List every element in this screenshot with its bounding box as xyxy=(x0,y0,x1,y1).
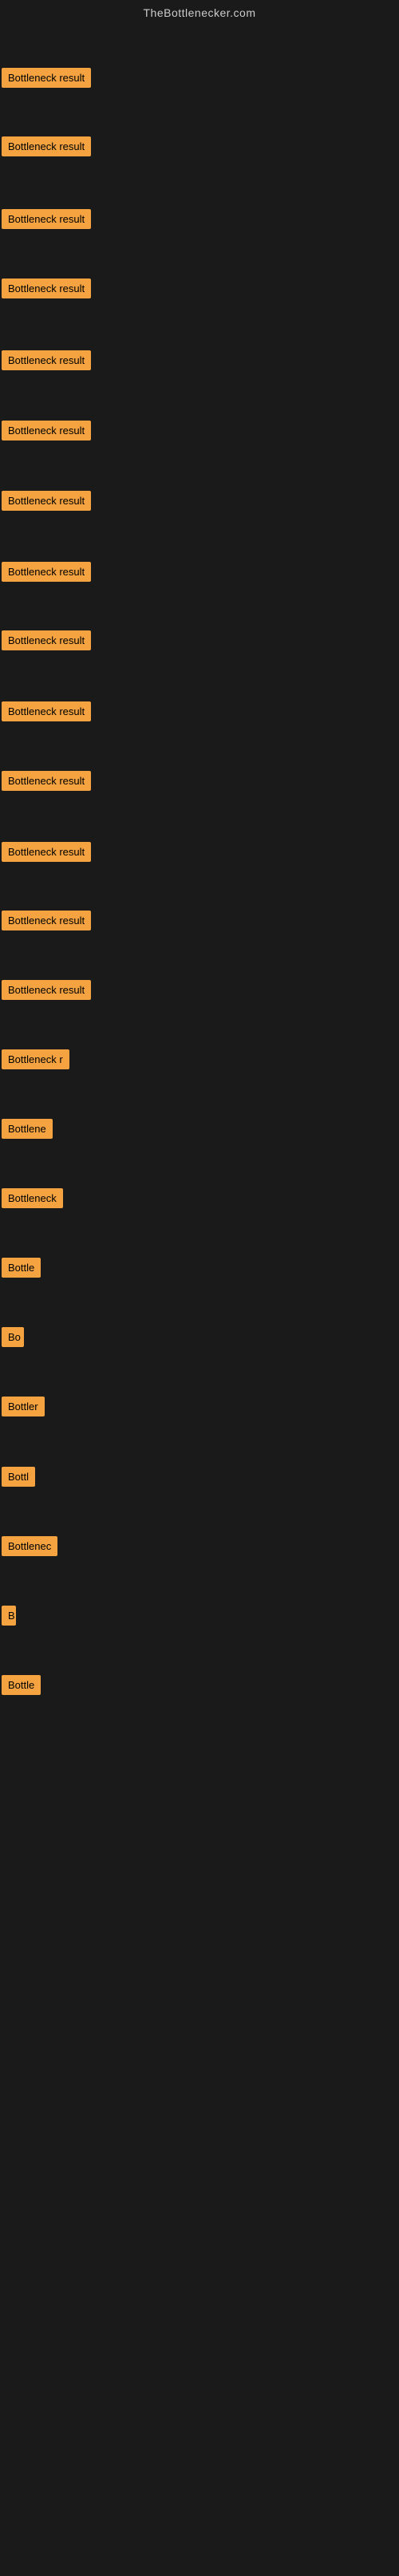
result-row-4[interactable]: Bottleneck result xyxy=(2,279,91,302)
bottleneck-badge-1[interactable]: Bottleneck result xyxy=(2,68,91,88)
results-container: Bottleneck result Bottleneck result Bottle… xyxy=(0,22,399,2576)
bottleneck-badge-7[interactable]: Bottleneck result xyxy=(2,491,91,511)
result-row-1[interactable]: Bottleneck result xyxy=(2,68,91,92)
result-row-18[interactable]: Bottle xyxy=(2,1258,41,1282)
bottleneck-badge-24[interactable]: Bottle xyxy=(2,1675,41,1695)
result-row-9[interactable]: Bottleneck result xyxy=(2,630,91,654)
bottleneck-badge-4[interactable]: Bottleneck result xyxy=(2,279,91,298)
result-row-23[interactable]: B xyxy=(2,1606,16,1630)
result-row-8[interactable]: Bottleneck result xyxy=(2,562,91,586)
result-row-10[interactable]: Bottleneck result xyxy=(2,701,91,725)
result-row-21[interactable]: Bottl xyxy=(2,1467,35,1491)
bottleneck-badge-8[interactable]: Bottleneck result xyxy=(2,562,91,582)
result-row-19[interactable]: Bo xyxy=(2,1327,24,1351)
bottleneck-badge-16[interactable]: Bottlene xyxy=(2,1119,53,1139)
result-row-7[interactable]: Bottleneck result xyxy=(2,491,91,515)
result-row-11[interactable]: Bottleneck result xyxy=(2,771,91,795)
result-row-14[interactable]: Bottleneck result xyxy=(2,980,91,1004)
bottleneck-badge-18[interactable]: Bottle xyxy=(2,1258,41,1278)
bottleneck-badge-9[interactable]: Bottleneck result xyxy=(2,630,91,650)
bottleneck-badge-15[interactable]: Bottleneck r xyxy=(2,1049,69,1069)
bottleneck-badge-3[interactable]: Bottleneck result xyxy=(2,209,91,229)
result-row-13[interactable]: Bottleneck result xyxy=(2,911,91,934)
bottleneck-badge-2[interactable]: Bottleneck result xyxy=(2,136,91,156)
bottleneck-badge-14[interactable]: Bottleneck result xyxy=(2,980,91,1000)
bottleneck-badge-22[interactable]: Bottlenec xyxy=(2,1536,57,1556)
result-row-16[interactable]: Bottlene xyxy=(2,1119,53,1143)
bottleneck-badge-20[interactable]: Bottler xyxy=(2,1397,45,1416)
result-row-3[interactable]: Bottleneck result xyxy=(2,209,91,233)
result-row-22[interactable]: Bottlenec xyxy=(2,1536,57,1560)
result-row-17[interactable]: Bottleneck xyxy=(2,1188,63,1212)
result-row-20[interactable]: Bottler xyxy=(2,1397,45,1420)
bottleneck-badge-11[interactable]: Bottleneck result xyxy=(2,771,91,791)
site-header: TheBottlenecker.com xyxy=(0,0,399,22)
result-row-24[interactable]: Bottle xyxy=(2,1675,41,1699)
bottleneck-badge-19[interactable]: Bo xyxy=(2,1327,24,1347)
result-row-2[interactable]: Bottleneck result xyxy=(2,136,91,160)
result-row-5[interactable]: Bottleneck result xyxy=(2,350,91,374)
bottleneck-badge-6[interactable]: Bottleneck result xyxy=(2,421,91,441)
bottleneck-badge-13[interactable]: Bottleneck result xyxy=(2,911,91,930)
result-row-6[interactable]: Bottleneck result xyxy=(2,421,91,444)
bottleneck-badge-10[interactable]: Bottleneck result xyxy=(2,701,91,721)
result-row-15[interactable]: Bottleneck r xyxy=(2,1049,69,1073)
bottleneck-badge-12[interactable]: Bottleneck result xyxy=(2,842,91,862)
bottleneck-badge-17[interactable]: Bottleneck xyxy=(2,1188,63,1208)
result-row-12[interactable]: Bottleneck result xyxy=(2,842,91,866)
bottleneck-badge-21[interactable]: Bottl xyxy=(2,1467,35,1487)
bottleneck-badge-23[interactable]: B xyxy=(2,1606,16,1626)
site-title: TheBottlenecker.com xyxy=(0,0,399,22)
bottleneck-badge-5[interactable]: Bottleneck result xyxy=(2,350,91,370)
